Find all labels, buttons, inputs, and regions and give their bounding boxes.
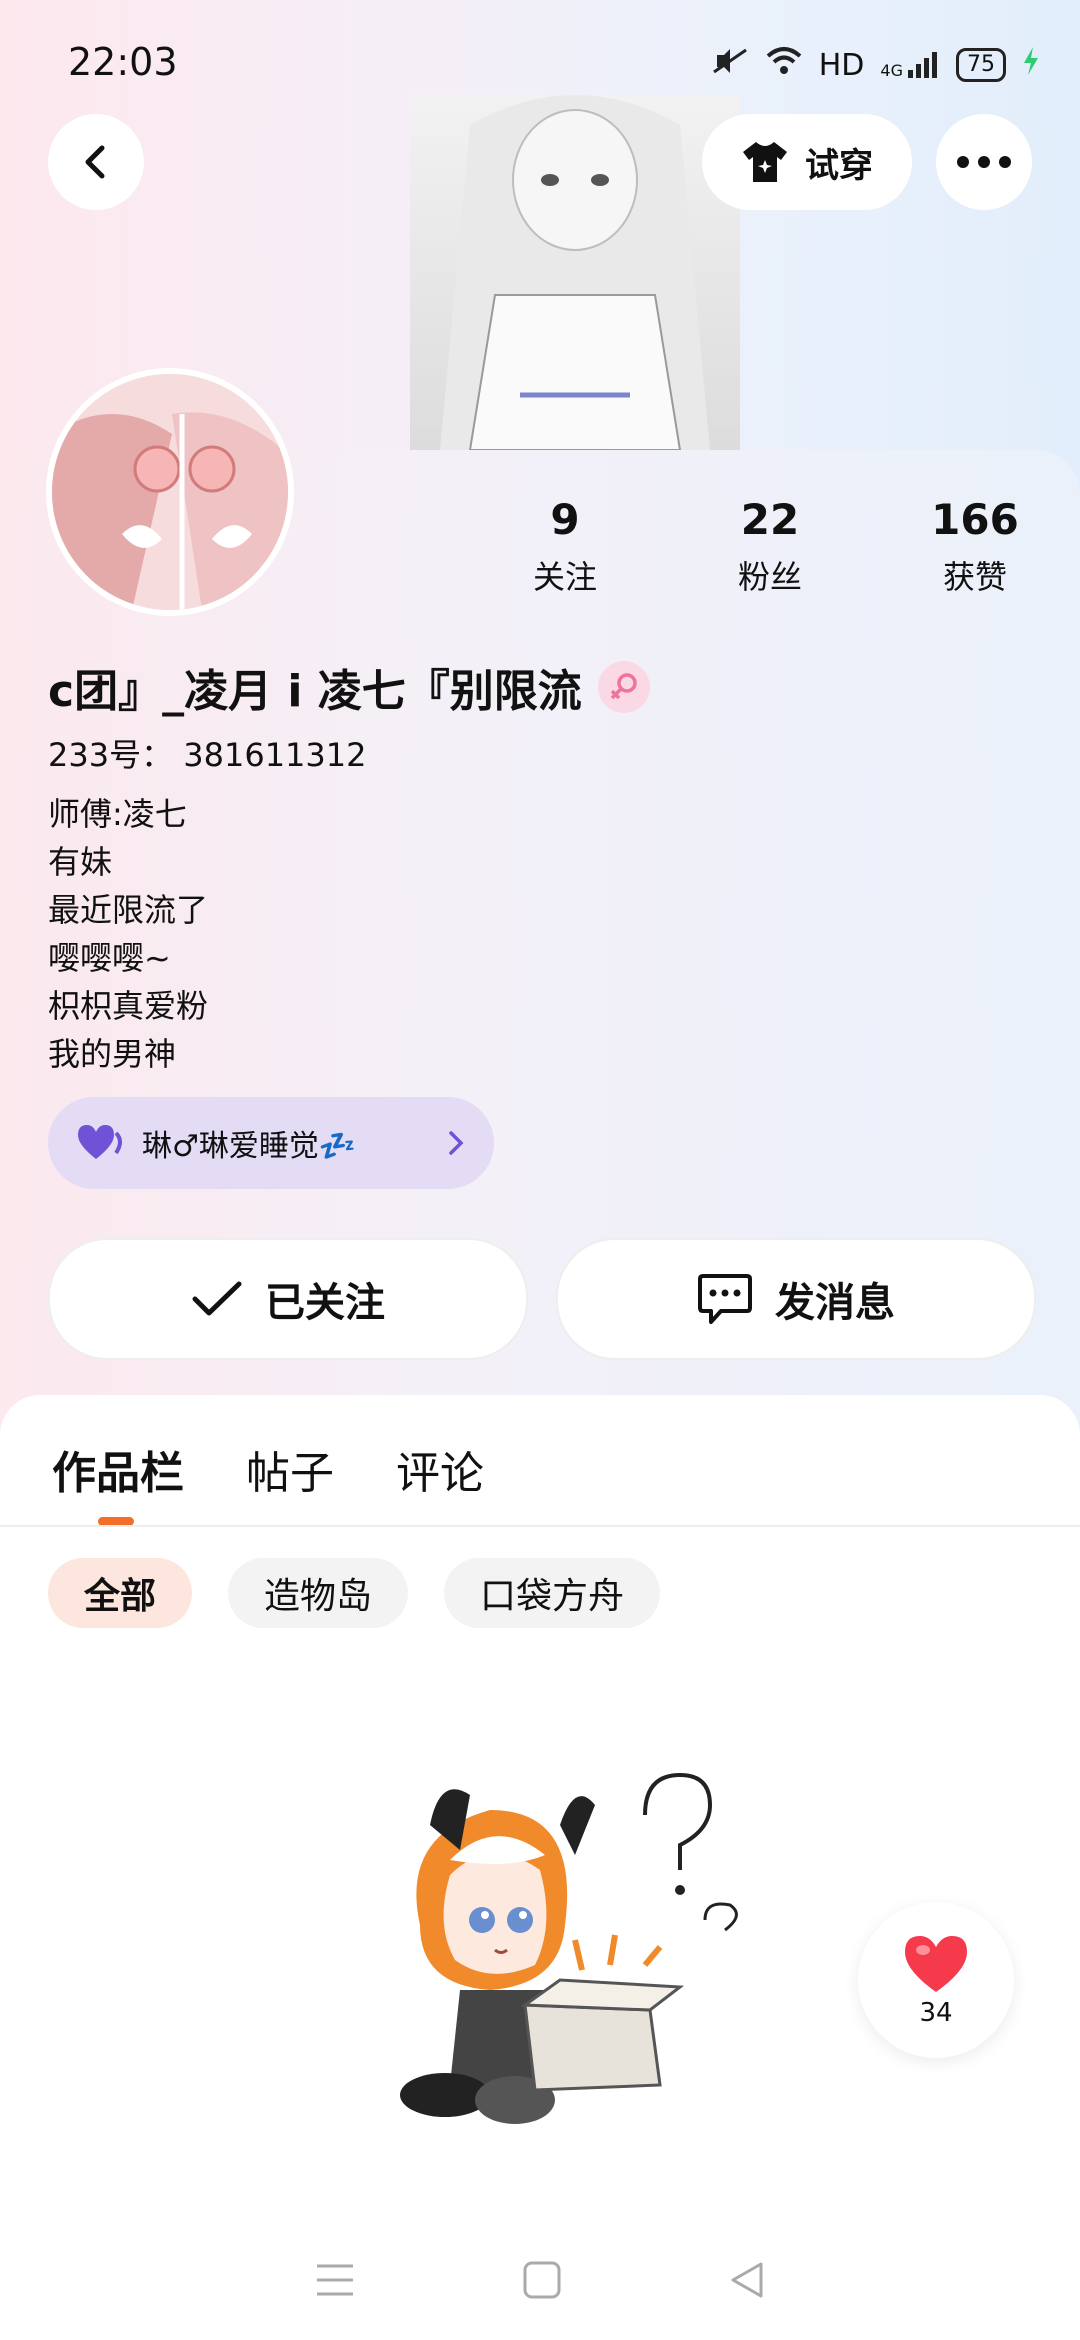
try-on-button[interactable]: 试穿 xyxy=(702,114,912,210)
chip-creation-island[interactable]: 造物岛 xyxy=(228,1558,409,1628)
stat-likes[interactable]: 166 获赞 xyxy=(900,495,1050,598)
menu-icon[interactable] xyxy=(313,2260,357,2300)
stat-fans[interactable]: 22 粉丝 xyxy=(695,495,845,598)
message-label: 发消息 xyxy=(775,1280,895,1326)
avatar[interactable] xyxy=(46,368,294,616)
bio-line: 枳枳真爱粉 xyxy=(48,987,209,1025)
mute-icon xyxy=(711,46,749,84)
cover-image xyxy=(410,95,740,450)
user-id: 233号： 381611312 xyxy=(48,736,367,774)
content-tabs: 作品栏 帖子 评论 xyxy=(52,1437,484,1501)
status-time: 22:03 xyxy=(68,40,178,84)
battery-icon: 75 xyxy=(956,48,1006,82)
fan-medal-button[interactable]: 琳♂琳爱睡觉💤 xyxy=(48,1097,494,1189)
more-button[interactable] xyxy=(936,114,1032,210)
back-triangle-icon[interactable] xyxy=(727,2260,767,2300)
back-button[interactable] xyxy=(48,114,144,210)
charging-icon xyxy=(1022,46,1040,84)
following-label: 关注 xyxy=(532,558,597,596)
purple-heart-icon xyxy=(78,1125,122,1159)
followed-button[interactable]: 已关注 xyxy=(48,1238,528,1360)
empty-state-illustration xyxy=(360,1755,760,2155)
tab-works[interactable]: 作品栏 xyxy=(52,1437,184,1501)
chip-pocket-ark[interactable]: 口袋方舟 xyxy=(444,1558,661,1628)
female-icon xyxy=(597,661,650,713)
like-count: 34 xyxy=(919,1998,953,2028)
username-row: c团』_凌月 i 凌七『别限流 xyxy=(48,655,650,719)
tab-posts[interactable]: 帖子 xyxy=(246,1437,334,1501)
wifi-icon xyxy=(765,46,803,84)
bio-line: 有妹 xyxy=(48,843,113,881)
profile-stats: 9 关注 22 粉丝 166 获赞 xyxy=(490,495,1050,598)
likes-label: 获赞 xyxy=(942,558,1007,596)
chevron-right-icon xyxy=(449,1131,464,1155)
fans-count: 22 xyxy=(740,495,800,544)
chat-bubble-icon xyxy=(698,1274,752,1324)
status-bar: 22:03 HD 4G 75 xyxy=(0,0,1080,110)
bio-line: 我的男神 xyxy=(48,1035,177,1073)
home-icon[interactable] xyxy=(522,2260,562,2300)
bio: 师傅:凌七 有妹 最近限流了 嘤嘤嘤~ 枳枳真爱粉 我的男神 xyxy=(48,790,208,1078)
more-dots-icon xyxy=(957,156,1011,168)
username: c团』_凌月 i 凌七『别限流 xyxy=(48,666,582,717)
filter-chips: 全部 造物岛 口袋方舟 xyxy=(48,1558,661,1628)
tabs-divider xyxy=(0,1525,1080,1527)
status-icons: HD 4G 75 xyxy=(711,46,1040,84)
bio-line: 嘤嘤嘤~ xyxy=(48,939,171,977)
try-on-label: 试穿 xyxy=(805,145,873,186)
back-arrow-icon xyxy=(85,145,105,179)
following-count: 9 xyxy=(550,495,580,544)
stat-following[interactable]: 9 关注 xyxy=(490,495,640,598)
network-label: HD xyxy=(818,47,865,83)
followed-label: 已关注 xyxy=(265,1280,385,1326)
likes-count: 166 xyxy=(931,495,1019,544)
tab-comments[interactable]: 评论 xyxy=(396,1437,484,1501)
message-button[interactable]: 发消息 xyxy=(556,1238,1036,1360)
checkmark-icon xyxy=(192,1281,242,1316)
signal-icon: 4G xyxy=(880,50,940,80)
fans-label: 粉丝 xyxy=(737,558,802,596)
system-nav-bar xyxy=(0,2220,1080,2340)
tshirt-icon xyxy=(743,142,787,182)
chip-all[interactable]: 全部 xyxy=(48,1558,193,1628)
bio-line: 最近限流了 xyxy=(48,891,209,929)
like-button[interactable]: 34 xyxy=(858,1902,1014,2058)
heart-icon xyxy=(905,1936,967,1992)
fan-medal-name: 琳♂琳爱睡觉💤 xyxy=(142,1129,357,1164)
bio-line: 师傅:凌七 xyxy=(48,795,187,833)
